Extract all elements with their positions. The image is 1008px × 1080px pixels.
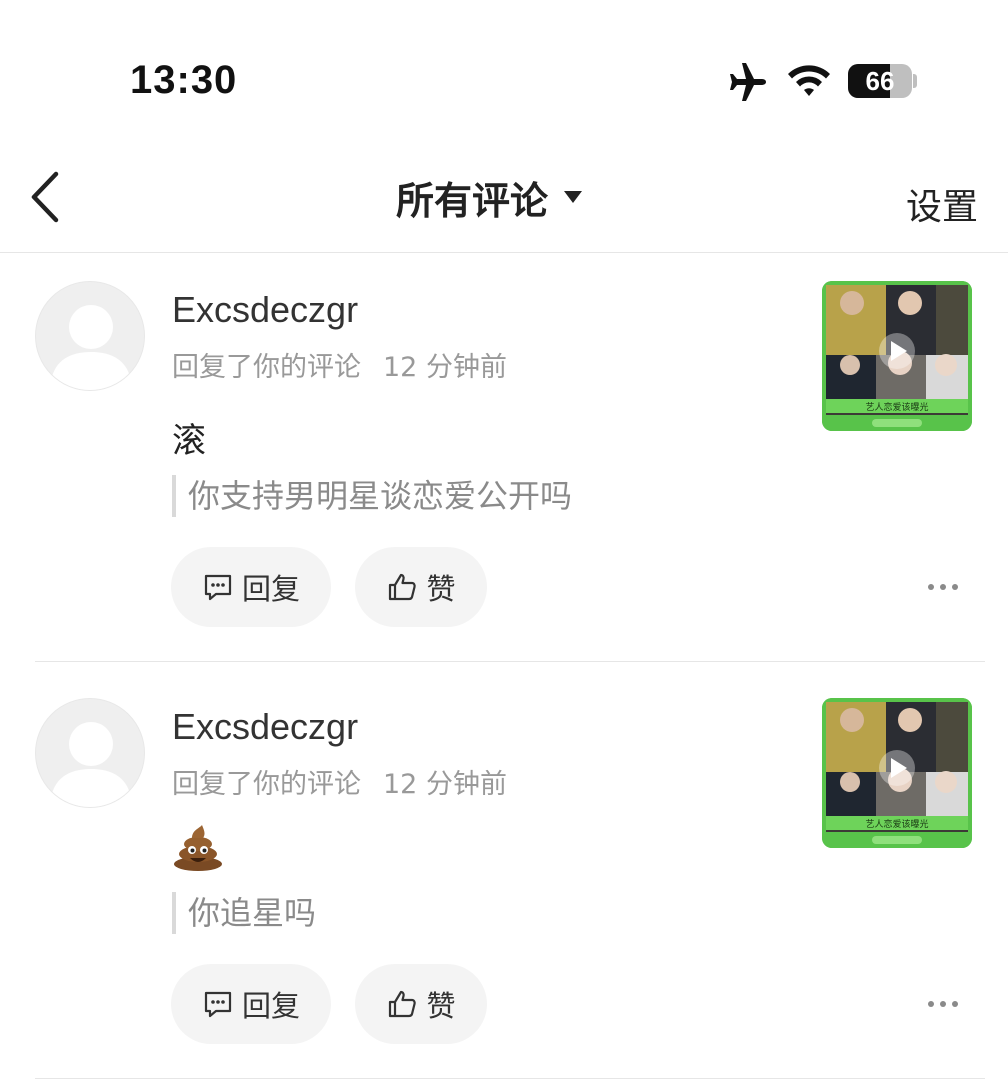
more-icon[interactable] <box>926 582 960 592</box>
username[interactable]: Excsdeczgr <box>172 706 358 748</box>
thumbs-up-icon <box>389 573 417 601</box>
timestamp: 12 分钟前 <box>383 352 507 383</box>
default-avatar-icon <box>50 722 132 807</box>
caret-down-icon <box>564 191 583 203</box>
like-button[interactable]: 赞 <box>355 547 487 627</box>
comment-meta: 回复了你的评论 12 分钟前 <box>172 345 507 384</box>
comment-emoji <box>172 824 224 872</box>
chevron-left-icon[interactable] <box>26 170 66 224</box>
status-time: 13:30 <box>130 58 238 102</box>
default-avatar-icon <box>50 305 132 390</box>
comment-text: 滚 <box>172 421 206 461</box>
like-label: 赞 <box>426 572 456 606</box>
comment-item: Excsdeczgr 回复了你的评论 12 分钟前 你追星吗 回复 赞 艺人恋爱… <box>0 670 1008 1080</box>
reply-button[interactable]: 回复 <box>171 547 331 627</box>
comment-icon <box>204 991 232 1018</box>
thumbnail-caption: 艺人恋爱该曝光 <box>865 818 928 830</box>
like-label: 赞 <box>426 989 456 1023</box>
divider <box>35 661 985 662</box>
battery-cap <box>913 74 917 88</box>
wifi-icon <box>788 65 830 96</box>
video-thumbnail[interactable]: 艺人恋爱该曝光 <box>822 281 972 431</box>
battery-level: 66 <box>865 65 895 96</box>
settings-button[interactable]: 设置 <box>906 178 978 230</box>
video-thumbnail-image: 艺人恋爱该曝光 <box>822 698 972 848</box>
comment-item: Excsdeczgr 回复了你的评论 12 分钟前 滚 你支持男明星谈恋爱公开吗 … <box>0 253 1008 663</box>
comment-icon <box>204 574 232 601</box>
title-dropdown[interactable]: 所有评论 <box>396 172 584 223</box>
thumbnail-caption: 艺人恋爱该曝光 <box>865 401 928 413</box>
like-button[interactable]: 赞 <box>355 964 487 1044</box>
page-title: 所有评论 <box>396 178 549 223</box>
action-text: 回复了你的评论 <box>172 769 361 800</box>
action-text: 回复了你的评论 <box>172 352 361 383</box>
poop-emoji-icon <box>174 825 222 871</box>
quoted-comment[interactable]: 你支持男明星谈恋爱公开吗 <box>172 475 572 517</box>
comment-meta: 回复了你的评论 12 分钟前 <box>172 762 507 801</box>
video-thumbnail[interactable]: 艺人恋爱该曝光 <box>822 698 972 848</box>
quoted-comment[interactable]: 你追星吗 <box>172 892 316 934</box>
username[interactable]: Excsdeczgr <box>172 289 358 331</box>
battery-icon: 66 <box>848 64 912 98</box>
timestamp: 12 分钟前 <box>383 769 507 800</box>
divider <box>35 1078 985 1079</box>
video-thumbnail-image: 艺人恋爱该曝光 <box>822 281 972 431</box>
reply-label: 回复 <box>241 989 300 1023</box>
reply-label: 回复 <box>241 572 300 606</box>
avatar[interactable] <box>35 698 145 808</box>
status-bar: 13:30 66 <box>0 0 1008 150</box>
reply-button[interactable]: 回复 <box>171 964 331 1044</box>
avatar[interactable] <box>35 281 145 391</box>
airplane-icon <box>730 63 766 101</box>
nav-bar: 所有评论 设置 <box>0 150 1008 253</box>
thumbs-up-icon <box>389 990 417 1018</box>
more-icon[interactable] <box>926 999 960 1009</box>
